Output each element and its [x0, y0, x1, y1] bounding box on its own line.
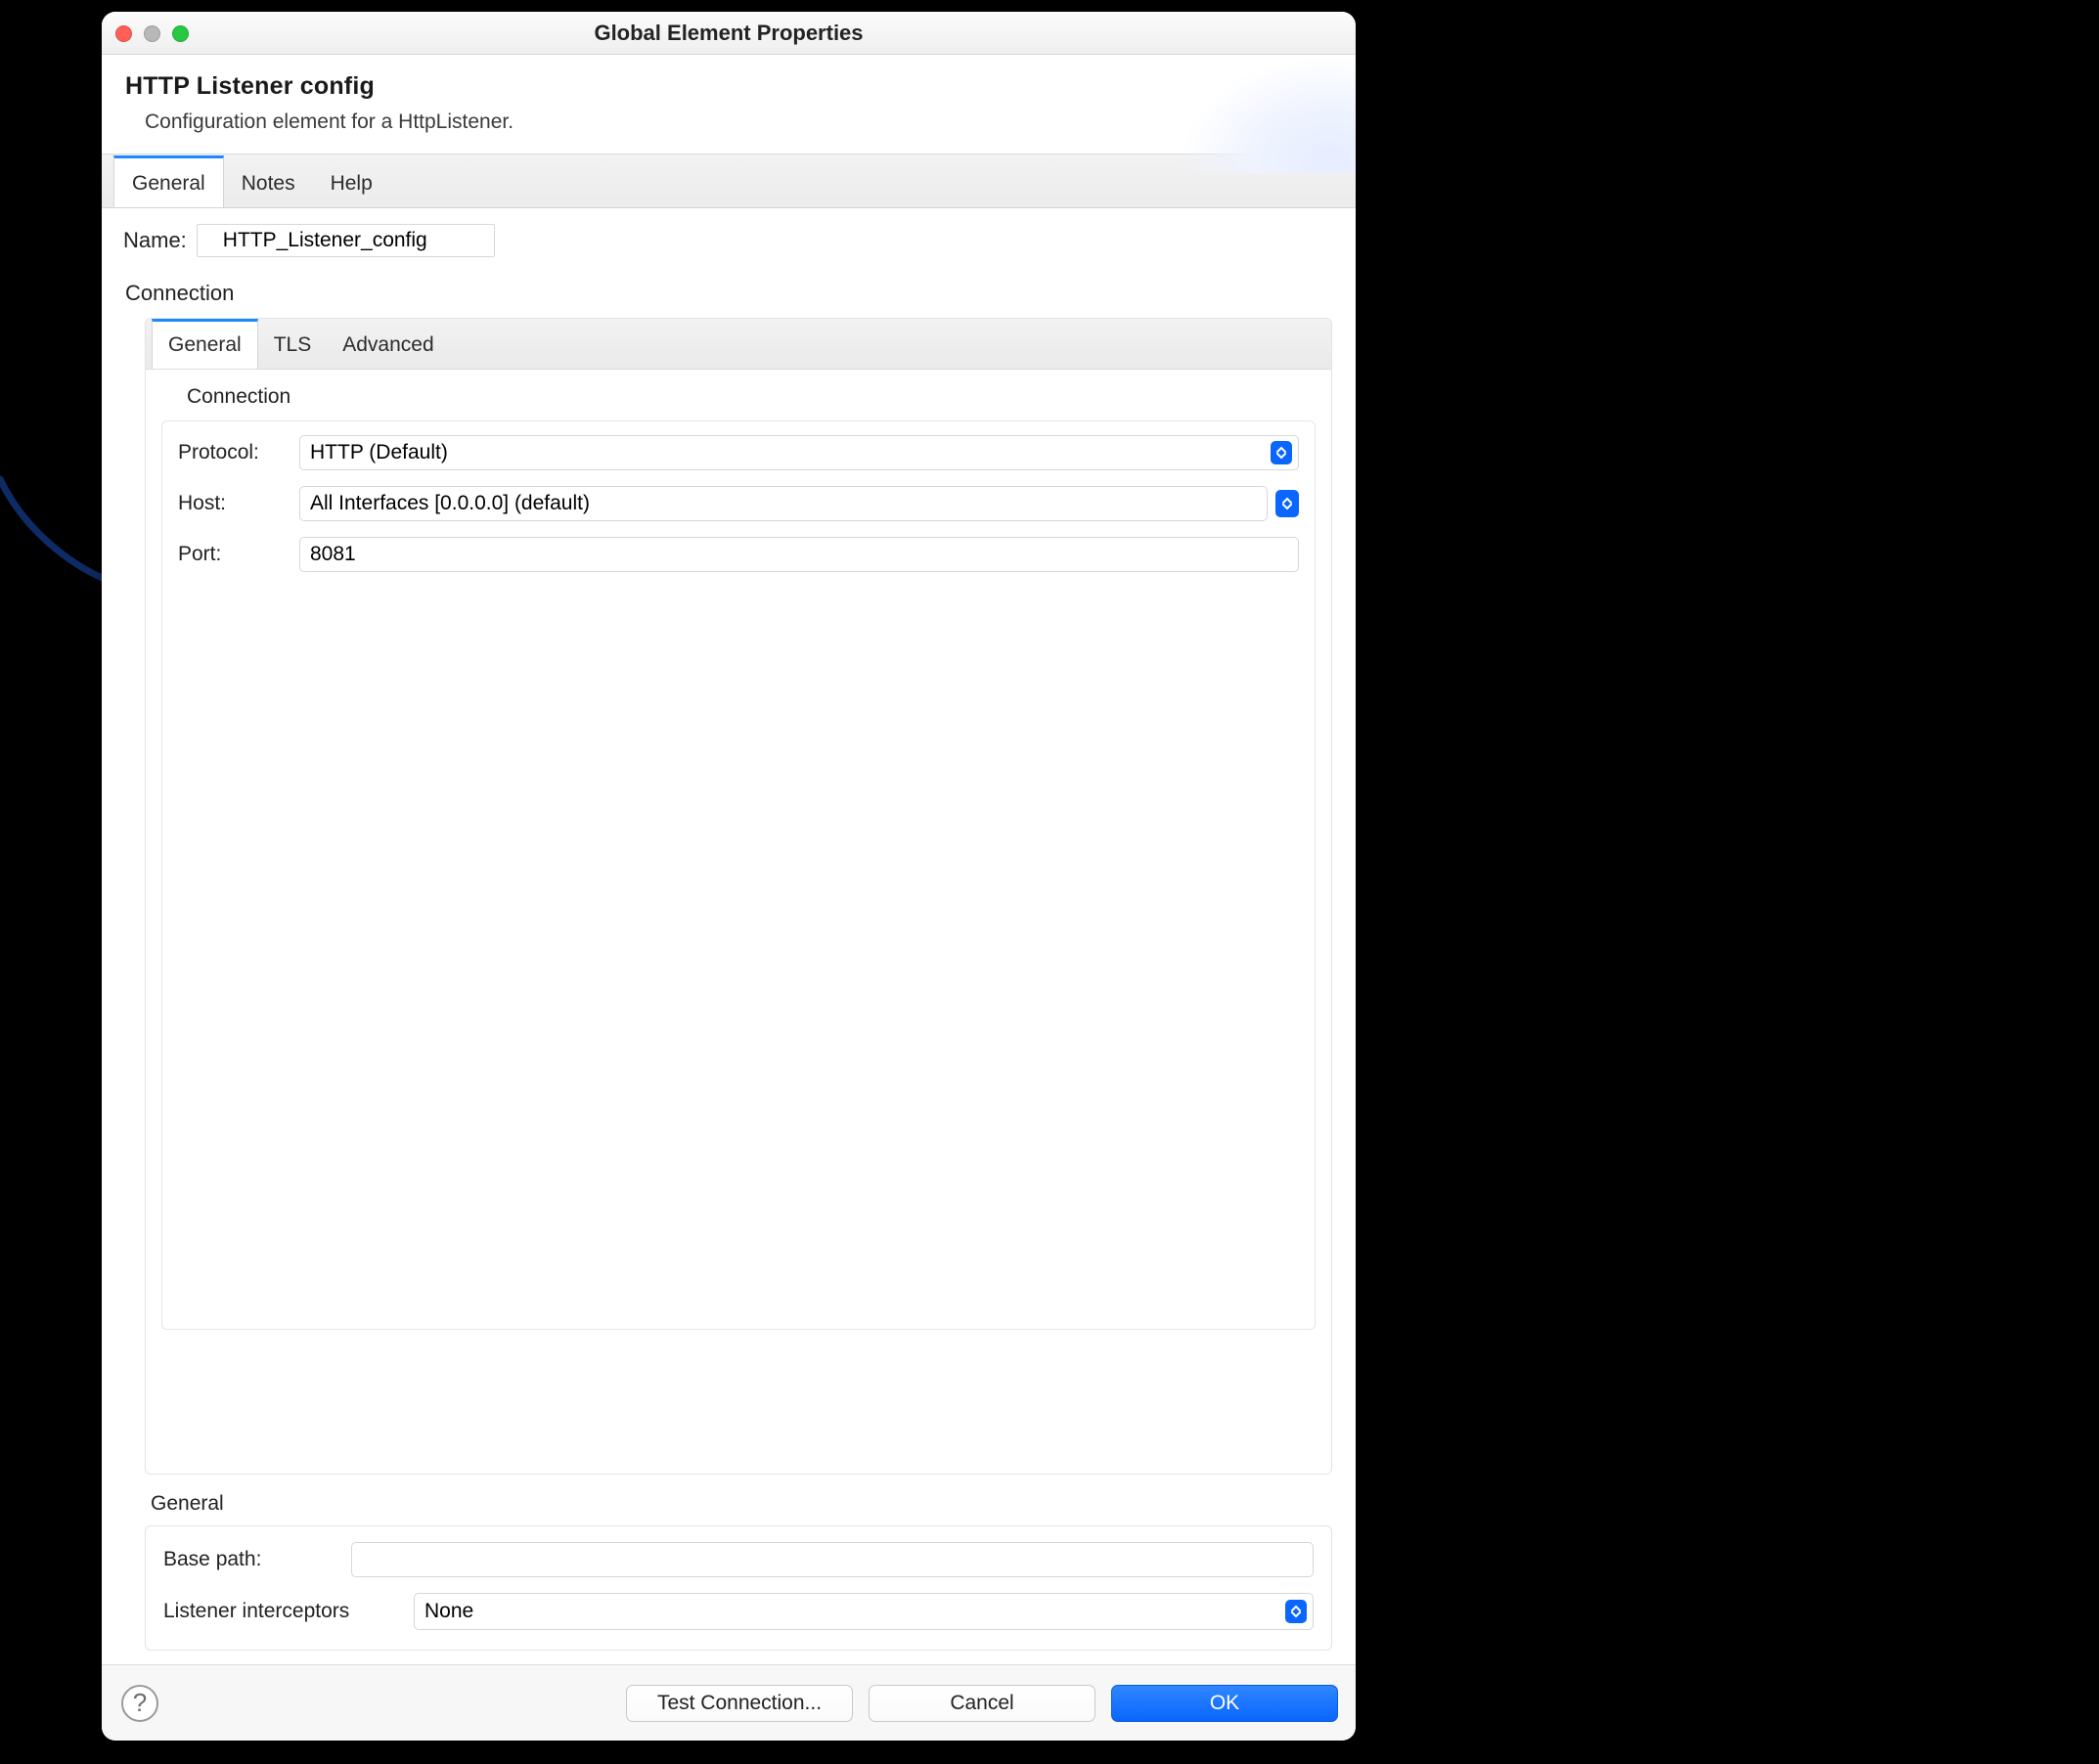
interceptors-row: Listener interceptors None	[163, 1593, 1314, 1630]
inner-tab-advanced[interactable]: Advanced	[327, 319, 449, 369]
header-decoration	[1180, 56, 1356, 173]
test-connection-button[interactable]: Test Connection...	[626, 1685, 853, 1722]
window-controls	[115, 25, 189, 42]
name-input-wrap: c	[197, 224, 1338, 257]
zoom-icon[interactable]	[172, 25, 189, 42]
inner-tabs: General TLS Advanced	[146, 319, 1331, 370]
ok-button[interactable]: OK	[1111, 1685, 1338, 1722]
main-tabs: General Notes Help	[102, 154, 1356, 208]
tab-general[interactable]: General	[113, 155, 224, 207]
protocol-row: Protocol: HTTP (Default)	[178, 435, 1299, 470]
basepath-label: Base path:	[163, 1548, 351, 1571]
inner-tab-general[interactable]: General	[152, 319, 258, 369]
protocol-value: HTTP (Default)	[310, 441, 448, 464]
name-label: Name:	[123, 228, 187, 253]
interceptors-value: None	[424, 1600, 473, 1623]
port-label: Port:	[178, 543, 299, 566]
general-panel: Base path: Listener interceptors None	[145, 1525, 1332, 1651]
connection-inner-label: Connection	[161, 381, 1316, 420]
page-title: HTTP Listener config	[125, 72, 1330, 101]
dialog-window: Global Element Properties HTTP Listener …	[102, 12, 1356, 1741]
connection-panel: General TLS Advanced Connection Protocol…	[145, 318, 1332, 1475]
footer: ? Test Connection... Cancel OK	[102, 1664, 1356, 1741]
protocol-select[interactable]: HTTP (Default)	[299, 435, 1299, 470]
host-label: Host:	[178, 492, 299, 515]
chevron-up-down-icon[interactable]	[1275, 490, 1299, 517]
connection-panel-body: Connection Protocol: HTTP (Default)	[146, 370, 1331, 1474]
window-title: Global Element Properties	[594, 21, 863, 46]
name-input[interactable]	[197, 224, 495, 257]
name-row: Name: c	[119, 220, 1338, 267]
cancel-button[interactable]: Cancel	[869, 1685, 1095, 1722]
connection-fieldset: Protocol: HTTP (Default) Host:	[161, 420, 1316, 1330]
content: Name: c Connection General TLS Advanced …	[102, 208, 1356, 1664]
basepath-input[interactable]	[351, 1542, 1314, 1577]
chevron-up-down-icon	[1285, 1600, 1307, 1623]
tab-notes[interactable]: Notes	[224, 155, 313, 207]
tab-help[interactable]: Help	[313, 155, 390, 207]
close-icon[interactable]	[115, 25, 132, 42]
interceptors-select[interactable]: None	[414, 1593, 1314, 1630]
help-icon[interactable]: ?	[121, 1685, 158, 1722]
minimize-icon[interactable]	[144, 25, 160, 42]
protocol-label: Protocol:	[178, 441, 299, 464]
general-section-label: General	[119, 1475, 1338, 1525]
chevron-up-down-icon	[1271, 441, 1292, 464]
port-input[interactable]	[299, 537, 1299, 572]
header: HTTP Listener config Configuration eleme…	[102, 55, 1356, 154]
port-row: Port:	[178, 537, 1299, 572]
page-subtitle: Configuration element for a HttpListener…	[145, 110, 1330, 134]
titlebar: Global Element Properties	[102, 12, 1356, 55]
interceptors-label: Listener interceptors	[163, 1600, 414, 1623]
inner-tab-tls[interactable]: TLS	[258, 319, 328, 369]
host-row: Host:	[178, 486, 1299, 521]
basepath-row: Base path:	[163, 1542, 1314, 1577]
connection-section-label: Connection	[119, 267, 1338, 318]
stage: Global Element Properties HTTP Listener …	[0, 0, 2099, 1764]
host-input[interactable]	[299, 486, 1268, 521]
